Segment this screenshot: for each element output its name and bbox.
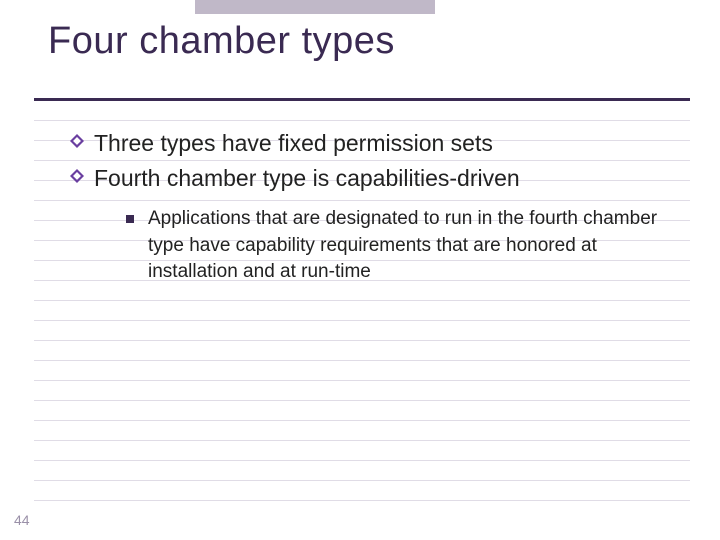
diamond-bullet-icon — [70, 134, 84, 148]
slide-content: Three types have fixed permission sets F… — [70, 128, 680, 286]
sub-bullet-group: Applications that are designated to run … — [126, 206, 680, 286]
slide-title: Four chamber types — [48, 20, 395, 63]
diamond-bullet-icon — [70, 169, 84, 183]
bullet-text: Fourth chamber type is capabilities-driv… — [94, 163, 520, 194]
square-bullet-icon — [126, 215, 134, 223]
bullet-item: Three types have fixed permission sets — [70, 128, 680, 159]
slide: Four chamber types Three types have fixe… — [0, 0, 720, 540]
sub-bullet-item: Applications that are designated to run … — [126, 206, 680, 286]
page-number: 44 — [14, 512, 30, 528]
sub-bullet-text: Applications that are designated to run … — [148, 206, 680, 286]
top-decorative-bar — [195, 0, 435, 14]
bullet-item: Fourth chamber type is capabilities-driv… — [70, 163, 680, 194]
bullet-text: Three types have fixed permission sets — [94, 128, 493, 159]
